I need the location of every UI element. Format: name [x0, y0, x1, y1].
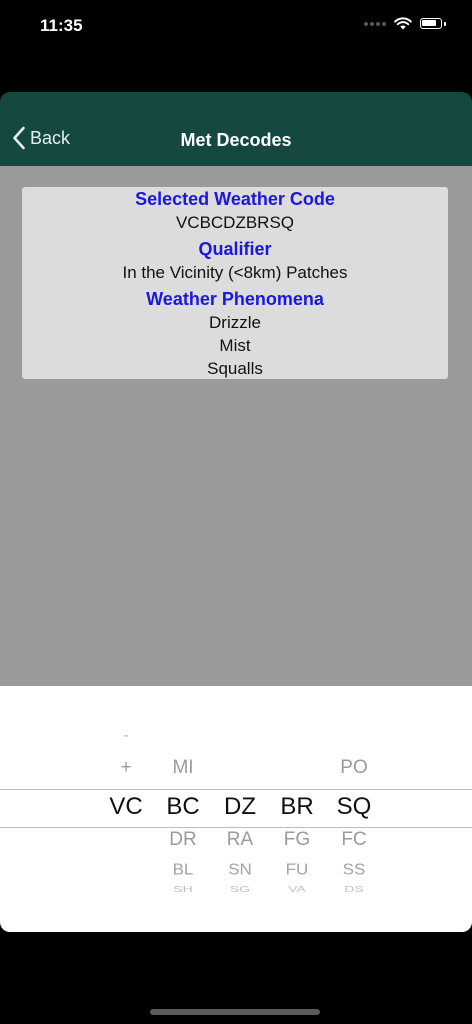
- phenomenon-item: Squalls: [207, 359, 263, 378]
- picker-item[interactable]: RA: [210, 829, 270, 851]
- battery-icon: [420, 18, 442, 29]
- picker-item[interactable]: MI: [153, 757, 213, 779]
- decode-card: Selected Weather Code VCBCDZBRSQ Qualifi…: [22, 187, 448, 379]
- picker-item[interactable]: SS: [324, 861, 384, 879]
- picker-item[interactable]: SH: [153, 884, 213, 894]
- picker-selected-item[interactable]: SQ: [324, 793, 384, 821]
- page-title: Met Decodes: [180, 130, 292, 150]
- status-icons: [364, 17, 446, 30]
- picker-item[interactable]: FU: [267, 861, 327, 879]
- content-area: Selected Weather Code VCBCDZBRSQ Qualifi…: [0, 166, 472, 686]
- picker-item[interactable]: PO: [324, 757, 384, 779]
- picker-selected-item[interactable]: BR: [267, 793, 327, 821]
- battery-cap: [444, 21, 446, 26]
- phenomenon-item: Drizzle: [209, 313, 261, 332]
- picker-selected-item[interactable]: DZ: [210, 793, 270, 821]
- picker-item[interactable]: SG: [210, 884, 270, 894]
- phenomena-heading: Weather Phenomena: [146, 289, 324, 309]
- picker-item[interactable]: FC: [324, 829, 384, 851]
- cellular-signal-icon: [364, 21, 386, 26]
- picker-selected-item[interactable]: VC: [96, 793, 156, 821]
- home-indicator: [150, 1009, 320, 1015]
- wifi-icon: [394, 17, 412, 30]
- picker-item[interactable]: DR: [153, 829, 213, 851]
- selected-code-heading: Selected Weather Code: [135, 189, 335, 209]
- phenomenon-item: Mist: [219, 336, 251, 355]
- picker-selection-top-line: [0, 789, 472, 790]
- selected-code-value: VCBCDZBRSQ: [175, 213, 295, 232]
- picker-item[interactable]: FG: [267, 829, 327, 851]
- picker-item[interactable]: +: [96, 757, 156, 779]
- status-bar: 11:35: [0, 0, 472, 92]
- status-time: 11:35: [40, 16, 83, 35]
- picker-item[interactable]: SN: [210, 861, 270, 879]
- qualifier-value: In the Vicinity (<8km) Patches: [122, 263, 348, 282]
- qualifier-heading: Qualifier: [198, 239, 272, 259]
- navigation-bar: Back Met Decodes: [0, 92, 472, 166]
- picker-item[interactable]: DS: [324, 884, 384, 894]
- picker-selected-item[interactable]: BC: [153, 793, 213, 821]
- weather-code-picker[interactable]: VC + - BC MI DR BL SH DZ RA SN SG BR FG FU VA SQ PO FC SS DS: [0, 686, 472, 932]
- picker-item[interactable]: VA: [267, 884, 327, 894]
- picker-item[interactable]: -: [96, 727, 156, 744]
- picker-item[interactable]: BL: [153, 861, 213, 879]
- picker-selection-bottom-line: [0, 827, 472, 828]
